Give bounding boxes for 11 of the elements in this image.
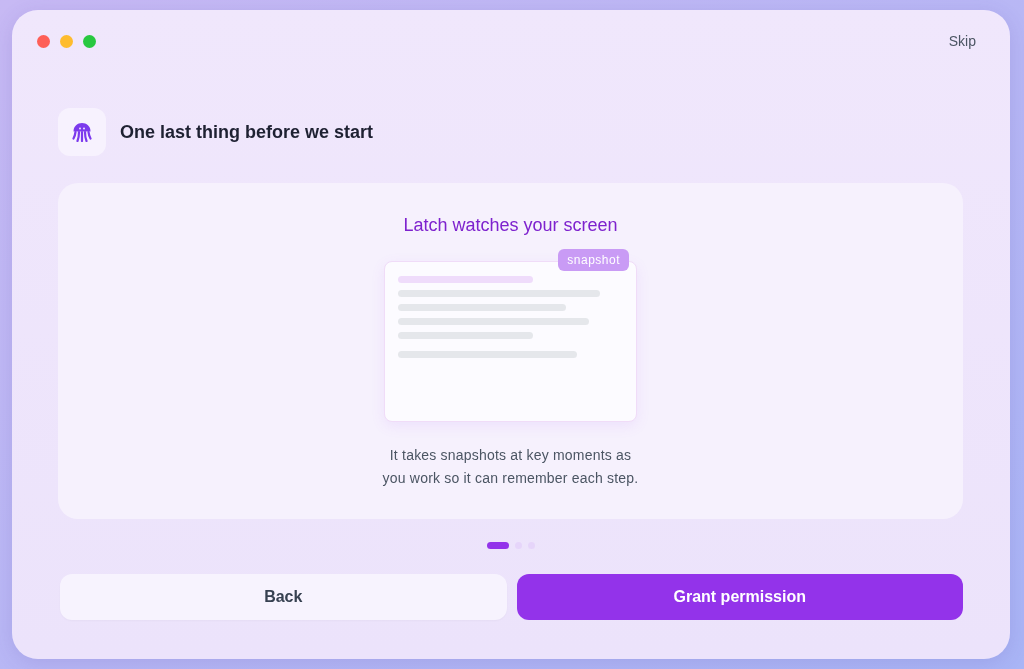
card-description: It takes snapshots at key moments as you work so it can remember each step. (381, 446, 640, 488)
snapshot-badge: snapshot (558, 249, 629, 271)
minimize-icon[interactable] (60, 34, 73, 48)
zoom-icon[interactable] (83, 34, 96, 48)
close-icon[interactable] (37, 34, 50, 48)
jellyfish-icon (58, 108, 106, 156)
back-button[interactable]: Back (60, 574, 507, 620)
grant-permission-button[interactable]: Grant permission (516, 574, 963, 620)
card-title: Latch watches your screen (403, 214, 618, 237)
page-title: One last thing before we start (120, 121, 374, 144)
skip-link[interactable]: Skip (948, 31, 976, 51)
